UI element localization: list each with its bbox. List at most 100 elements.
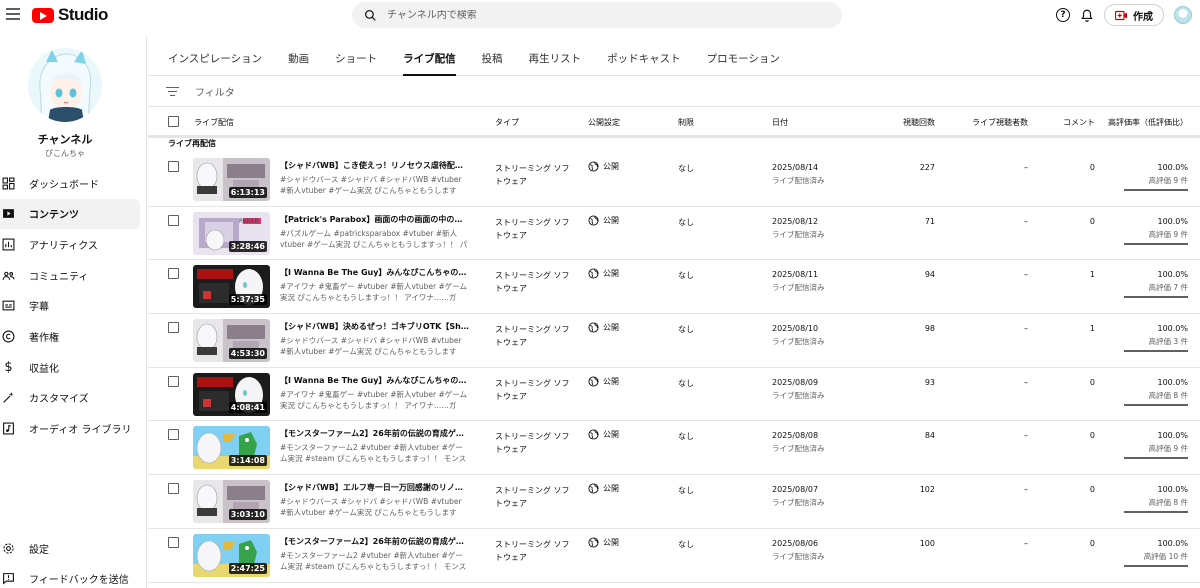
tab-videos[interactable]: 動画 xyxy=(288,51,309,75)
sidebar-item-community[interactable]: コミュニティ xyxy=(0,260,140,290)
row-checkbox[interactable] xyxy=(168,268,179,280)
column-live-viewers[interactable]: ライブ視聴者数 xyxy=(972,117,1028,128)
video-title[interactable]: 【シャドバWB】エルフ専一日一万回感謝のリノ… xyxy=(280,482,470,493)
comments-value: 0 xyxy=(1089,538,1095,548)
row-checkbox[interactable] xyxy=(168,375,179,387)
column-likes[interactable]: 高評価率（低評価比） xyxy=(1108,117,1188,128)
visibility-cell[interactable]: 公開 xyxy=(588,483,619,494)
row-checkbox[interactable] xyxy=(168,161,179,172)
sidebar-item-copyright[interactable]: 著作権 xyxy=(0,321,140,351)
table-row[interactable]: 6:13:13 【シャドバWB】こき使えっ！リノセウス虐待配… #シャドウバース… xyxy=(148,153,1200,207)
help-icon[interactable]: ? xyxy=(1056,8,1070,22)
main-content: インスピレーション 動画 ショート ライブ配信 投稿 再生リスト ポッドキャスト… xyxy=(148,36,1200,588)
search-icon xyxy=(365,9,376,21)
tab-podcasts[interactable]: ポッドキャスト xyxy=(607,51,681,75)
visibility-cell[interactable]: 公開 xyxy=(588,268,619,279)
filter-icon[interactable] xyxy=(166,86,179,97)
table-row[interactable]: PARAB 3:28:46 【Patrick's Parabox】画面の中の画面… xyxy=(148,207,1200,261)
table-row[interactable]: 2:47:25 【モンスターファーム2】26年前の伝説の育成ゲ… #モンスターフ… xyxy=(148,529,1200,583)
create-video-icon xyxy=(1115,10,1127,20)
tab-inspiration[interactable]: インスピレーション xyxy=(168,51,262,75)
visibility-cell[interactable]: 公開 xyxy=(588,215,619,226)
video-title[interactable]: 【モンスターファーム2】26年前の伝説の育成ゲ… xyxy=(280,428,470,439)
tab-live[interactable]: ライブ配信 xyxy=(403,51,456,76)
tab-promotions[interactable]: プロモーション xyxy=(707,51,780,75)
column-video[interactable]: ライブ配信 xyxy=(194,117,234,128)
visibility-label: 公開 xyxy=(603,537,619,547)
filter-bar[interactable]: フィルタ xyxy=(148,77,1200,107)
tab-posts[interactable]: 投稿 xyxy=(482,51,503,75)
sidebar-item-customize[interactable]: カスタマイズ xyxy=(0,383,140,413)
tab-shorts[interactable]: ショート xyxy=(335,51,377,75)
column-type[interactable]: タイプ xyxy=(495,117,519,128)
video-title[interactable]: 【I Wanna Be The Guy】みんなぴこんちゃの苦し… xyxy=(280,267,470,278)
search-bar[interactable] xyxy=(352,2,842,28)
video-title[interactable]: 【シャドバWB】決めるぜっ！ゴキブリOTK【Sh… xyxy=(280,321,470,332)
video-thumbnail[interactable]: 4:53:30 xyxy=(193,319,270,363)
channel-title: チャンネル xyxy=(37,133,93,146)
sidebar-item-content[interactable]: コンテンツ xyxy=(0,198,140,229)
views-value: 93 xyxy=(924,377,935,387)
table-row[interactable]: 5:37:35 【I Wanna Be The Guy】みんなぴこんちゃの苦し…… xyxy=(148,260,1200,315)
table-row[interactable]: 4:08:41 【I Wanna Be The Guy】みんなぴこんちゃの苦し…… xyxy=(148,368,1200,422)
video-title[interactable]: 【シャドバWB】こき使えっ！リノセウス虐待配… xyxy=(280,160,470,171)
visibility-cell[interactable]: 公開 xyxy=(588,537,619,548)
table-row[interactable]: 3:03:10 【シャドバWB】エルフ専一日一万回感謝のリノ… #シャドウバース… xyxy=(148,475,1200,529)
video-thumbnail[interactable]: 6:13:13 xyxy=(193,158,270,201)
menu-icon[interactable] xyxy=(6,8,20,20)
video-duration: 2:47:25 xyxy=(228,562,267,574)
row-checkbox[interactable] xyxy=(168,214,179,226)
like-count: 高評価 8 件 xyxy=(1148,390,1188,400)
row-checkbox[interactable] xyxy=(168,483,179,495)
column-visibility[interactable]: 公開設定 xyxy=(588,117,620,128)
video-thumbnail[interactable]: 4:08:41 xyxy=(193,372,270,416)
row-checkbox[interactable] xyxy=(168,536,179,548)
video-duration: 3:28:46 xyxy=(228,240,267,252)
column-comments[interactable]: コメント xyxy=(1063,117,1095,128)
like-ratio-bar xyxy=(1124,564,1188,567)
column-restrictions[interactable]: 制限 xyxy=(678,117,694,128)
video-title[interactable]: 【モンスターファーム2】26年前の伝説の育成ゲ… xyxy=(280,536,470,547)
filter-placeholder[interactable]: フィルタ xyxy=(195,84,235,99)
row-checkbox[interactable] xyxy=(168,429,179,441)
column-date[interactable]: 日付 xyxy=(772,117,788,128)
date-value: 2025/08/12 xyxy=(772,216,819,226)
sidebar-item-analytics[interactable]: アナリティクス xyxy=(0,229,140,259)
tab-playlists[interactable]: 再生リスト xyxy=(529,51,582,75)
sidebar-item-settings[interactable]: 設定 xyxy=(0,533,140,563)
visibility-cell[interactable]: 公開 xyxy=(588,429,619,440)
video-thumbnail[interactable]: 2:47:25 xyxy=(193,533,270,577)
select-all-checkbox[interactable] xyxy=(168,116,179,127)
video-thumbnail[interactable]: 3:14:08 xyxy=(193,426,270,470)
sidebar-item-dashboard[interactable]: ダッシュボード xyxy=(0,168,140,198)
globe-icon xyxy=(588,483,599,494)
video-thumbnail[interactable]: PARAB 3:28:46 xyxy=(193,211,270,255)
sidebar-item-audio-library[interactable]: オーディオ ライブラリ xyxy=(0,414,140,444)
visibility-cell[interactable]: 公開 xyxy=(588,161,619,172)
create-button[interactable]: 作成 xyxy=(1104,4,1164,26)
studio-logo[interactable]: Studio xyxy=(32,5,108,25)
column-views[interactable]: 視聴回数 xyxy=(903,117,935,128)
bell-icon[interactable] xyxy=(1080,8,1094,23)
video-thumbnail[interactable]: 5:37:35 xyxy=(193,265,270,309)
video-description: #シャドウバース #シャドバ #シャドバWB #vtuber #新人vtuber… xyxy=(280,336,462,357)
video-title[interactable]: 【I Wanna Be The Guy】みんなぴこんちゃの苦し… xyxy=(280,375,470,386)
table-row[interactable]: 4:53:30 【シャドバWB】決めるぜっ！ゴキブリOTK【Sh… #シャドウバ… xyxy=(148,314,1200,368)
channel-avatar[interactable] xyxy=(28,48,102,122)
sidebar-item-monetization[interactable]: $ 収益化 xyxy=(0,352,140,382)
search-input[interactable] xyxy=(387,9,807,21)
table-row[interactable]: 3:14:08 【モンスターファーム2】26年前の伝説の育成ゲ… #モンスターフ… xyxy=(148,421,1200,476)
like-ratio-bar xyxy=(1124,350,1188,353)
video-thumbnail[interactable]: 3:03:10 xyxy=(193,480,270,524)
sidebar-item-feedback[interactable]: フィードバックを送信 xyxy=(0,564,140,588)
video-title[interactable]: 【Patrick's Parabox】画面の中の画面の中の画面… xyxy=(280,214,470,225)
account-avatar[interactable] xyxy=(1174,6,1192,24)
visibility-cell[interactable]: 公開 xyxy=(588,376,619,387)
copyright-icon xyxy=(2,330,15,343)
visibility-cell[interactable]: 公開 xyxy=(588,322,619,333)
row-checkbox[interactable] xyxy=(168,322,179,334)
views-value: 71 xyxy=(924,216,935,226)
sidebar-item-subtitles[interactable]: 字幕 xyxy=(0,291,140,321)
video-duration: 3:14:08 xyxy=(228,455,267,467)
like-ratio-fill xyxy=(1124,403,1188,406)
